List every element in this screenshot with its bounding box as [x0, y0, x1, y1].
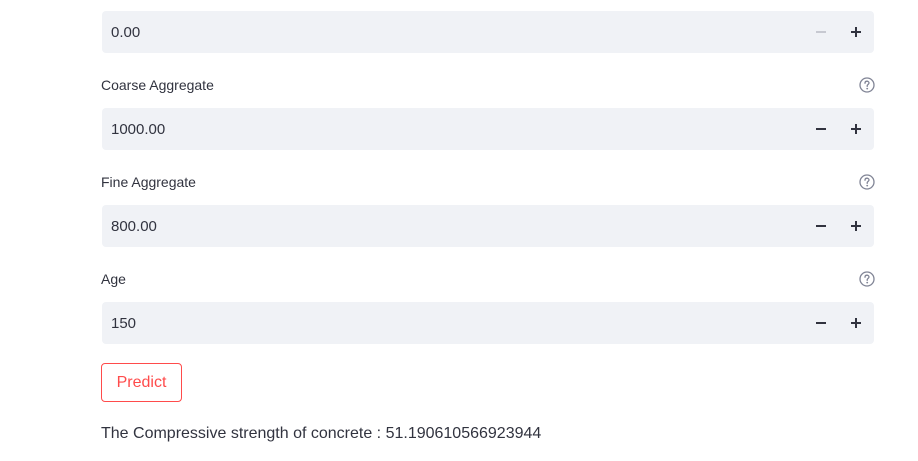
help-circle-icon[interactable]: [859, 271, 875, 287]
number-input-field-1[interactable]: [102, 11, 792, 53]
number-input-container: [102, 11, 874, 53]
decrement-button[interactable]: [804, 108, 838, 150]
age-label: Age: [101, 271, 126, 287]
number-input-container: [102, 205, 874, 247]
fine-aggregate-input[interactable]: [102, 205, 792, 247]
minus-icon: [816, 225, 826, 227]
decrement-button[interactable]: [804, 302, 838, 344]
age-input[interactable]: [102, 302, 792, 344]
predict-button[interactable]: Predict: [101, 363, 182, 402]
increment-button[interactable]: [839, 108, 873, 150]
coarse-aggregate-input[interactable]: [102, 108, 792, 150]
help-circle-icon[interactable]: [859, 174, 875, 190]
decrement-button[interactable]: [804, 11, 838, 53]
increment-button[interactable]: [839, 205, 873, 247]
number-input-container: [102, 108, 874, 150]
minus-icon: [816, 322, 826, 324]
minus-icon: [816, 128, 826, 130]
minus-icon: [816, 31, 826, 33]
plus-icon: [851, 221, 861, 231]
number-input-container: [102, 302, 874, 344]
increment-button[interactable]: [839, 302, 873, 344]
fine-aggregate-label: Fine Aggregate: [101, 174, 196, 190]
plus-icon: [851, 124, 861, 134]
plus-icon: [851, 27, 861, 37]
prediction-result-text: The Compressive strength of concrete : 5…: [101, 425, 542, 442]
app-main: Coarse Aggregate Fine Aggregate Age: [0, 0, 918, 461]
decrement-button[interactable]: [804, 205, 838, 247]
coarse-aggregate-label: Coarse Aggregate: [101, 77, 214, 93]
increment-button[interactable]: [839, 11, 873, 53]
help-circle-icon[interactable]: [859, 77, 875, 93]
plus-icon: [851, 318, 861, 328]
